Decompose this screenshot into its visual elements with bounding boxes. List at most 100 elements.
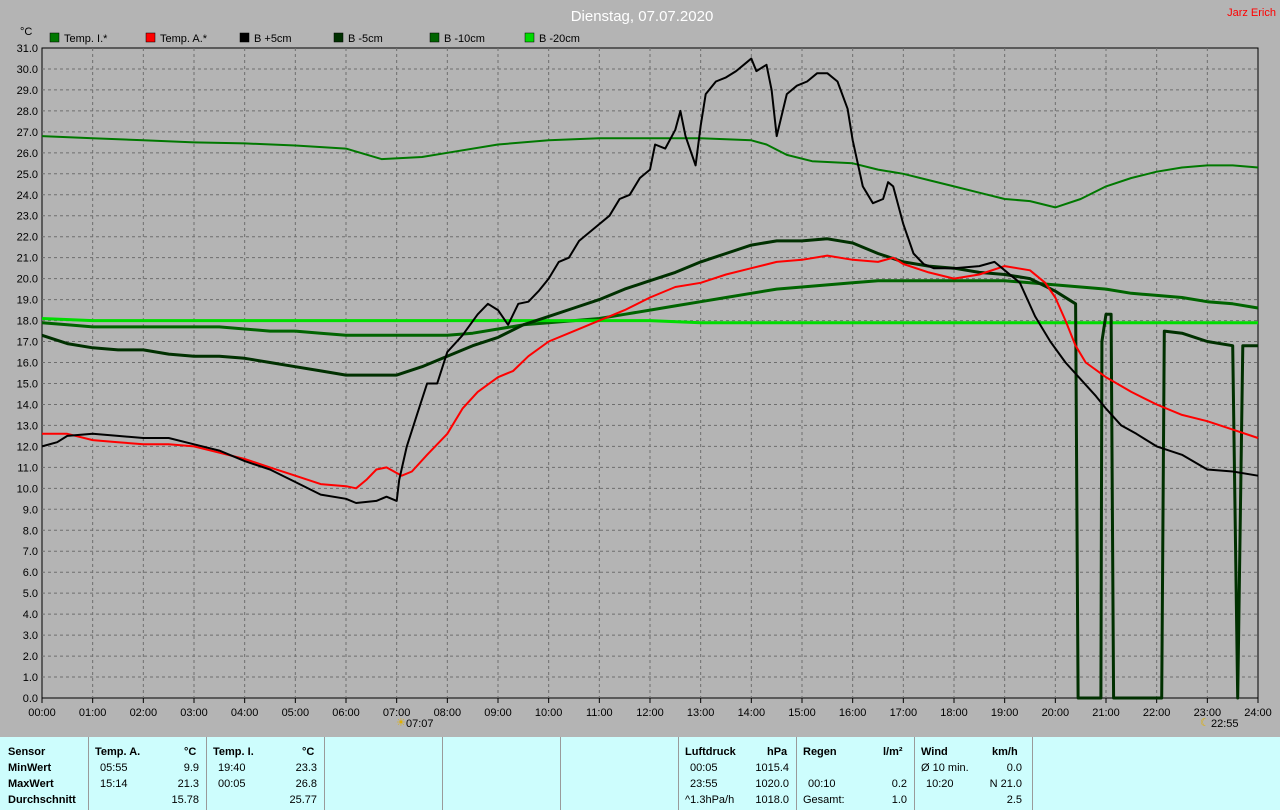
y-axis: 0.0 1.0 2.0 3.0 4.0 5.0 6.0 7.0 8.0 9.0 10.0 11.0 12… — [17, 43, 38, 705]
x-tick-label: 01:00 — [79, 707, 107, 719]
legend-label: Temp. A.* — [160, 33, 208, 45]
wind-unit: km/h — [992, 746, 1018, 758]
y-tick-label: 6.0 — [23, 567, 38, 579]
y-tick-label: 13.0 — [17, 420, 38, 432]
temp-i-max-time: 00:05 — [218, 778, 246, 790]
y-tick-label: 22.0 — [17, 232, 38, 244]
y-tick-label: 27.0 — [17, 127, 38, 139]
luftdruck-unit: hPa — [767, 746, 788, 758]
wind-max-val: N 21.0 — [989, 778, 1022, 790]
sunrise-icon: ☀ — [396, 717, 406, 729]
luftdruck-header: Luftdruck — [685, 746, 736, 758]
y-tick-label: 30.0 — [17, 64, 38, 76]
sensor-header: Sensor — [8, 746, 46, 758]
wind-mean-val: 2.5 — [1006, 794, 1022, 806]
luftdruck-min-val: 1015.4 — [755, 762, 789, 774]
temp-i-unit: °C — [302, 746, 315, 758]
wind-max-time: 10:20 — [926, 778, 954, 790]
y-tick-label: 0.0 — [23, 693, 38, 705]
author-label: Jarz Erich — [1227, 7, 1276, 19]
y-tick-label: 18.0 — [17, 316, 38, 328]
y-tick-label: 15.0 — [17, 378, 38, 390]
y-tick-label: 8.0 — [23, 525, 38, 537]
regen-unit: l/m² — [883, 746, 903, 758]
temp-a-min-time: 05:55 — [100, 762, 128, 774]
luftdruck-max-time: 23:55 — [690, 778, 718, 790]
y-tick-label: 1.0 — [23, 672, 38, 684]
y-tick-label: 26.0 — [17, 148, 38, 160]
y-tick-label: 4.0 — [23, 609, 38, 621]
legend-swatch — [524, 32, 535, 43]
legend-item: Temp. I.* — [49, 32, 108, 45]
y-tick-label: 10.0 — [17, 483, 38, 495]
x-tick-label: 21:00 — [1092, 707, 1120, 719]
legend-swatch — [333, 32, 344, 43]
y-tick-label: 9.0 — [23, 504, 38, 516]
legend-swatch — [239, 32, 250, 43]
x-tick-label: 08:00 — [434, 707, 462, 719]
sunset-time: 22:55 — [1211, 718, 1239, 730]
y-tick-label: 16.0 — [17, 358, 38, 370]
sunrise-marker: ☀ 07:07 — [396, 717, 434, 730]
regen-total-label: Gesamt: — [803, 794, 845, 806]
temp-a-min-val: 9.9 — [183, 762, 199, 774]
y-tick-label: 17.0 — [17, 337, 38, 349]
x-tick-label: 17:00 — [890, 707, 918, 719]
y-tick-label: 11.0 — [17, 462, 38, 474]
y-tick-label: 25.0 — [17, 169, 38, 181]
x-tick-label: 12:00 — [636, 707, 664, 719]
temp-a-max-time: 15:14 — [100, 778, 128, 790]
temp-a-header: Temp. A. — [95, 746, 141, 758]
sunset-marker: ☾ 22:55 — [1200, 717, 1239, 730]
legend-label: B -5cm — [348, 33, 383, 45]
y-tick-label: 7.0 — [23, 546, 38, 558]
y-tick-label: 3.0 — [23, 630, 38, 642]
maxwert-label: MaxWert — [8, 778, 54, 790]
x-tick-label: 03:00 — [180, 707, 208, 719]
legend-label: Temp. I.* — [64, 33, 108, 45]
temp-i-avg-val: 25.77 — [289, 794, 317, 806]
legend-label: B -10cm — [444, 33, 485, 45]
legend-swatch — [145, 32, 156, 43]
y-tick-label: 28.0 — [17, 106, 38, 118]
temp-i-max-val: 26.8 — [295, 778, 317, 790]
legend-item: B -10cm — [429, 32, 485, 45]
legend-item: Temp. A.* — [145, 32, 208, 45]
regen-header: Regen — [803, 746, 837, 758]
x-tick-label: 16:00 — [839, 707, 867, 719]
x-tick-label: 18:00 — [940, 707, 968, 719]
minwert-label: MinWert — [8, 762, 52, 774]
y-tick-label: 24.0 — [17, 190, 38, 202]
legend-label: B +5cm — [254, 33, 292, 45]
x-tick-label: 19:00 — [991, 707, 1019, 719]
luftdruck-min-time: 00:05 — [690, 762, 718, 774]
y-tick-label: 2.0 — [23, 651, 38, 663]
regen-max-val: 0.2 — [891, 778, 907, 790]
temp-a-avg-val: 15.78 — [171, 794, 199, 806]
stats-table: Sensor MinWert MaxWert Durchschnitt Temp… — [0, 737, 1280, 810]
temp-i-min-val: 23.3 — [295, 762, 317, 774]
luftdruck-trend: ^1.3hPa/h — [685, 794, 735, 806]
wind-avg-label: Ø 10 min. — [921, 762, 969, 774]
y-tick-label: 19.0 — [17, 295, 38, 307]
y-tick-label: 12.0 — [17, 441, 38, 453]
y-tick-label: 21.0 — [17, 253, 38, 265]
regen-total-val: 1.0 — [891, 794, 907, 806]
x-axis: 00:00 01:00 02:00 03:00 04:00 05:00 06:00 07:00… — [28, 698, 1272, 719]
temp-i-header: Temp. I. — [213, 746, 254, 758]
legend-item: B -20cm — [524, 32, 580, 45]
luftdruck-avg-val: 1018.0 — [755, 794, 789, 806]
x-tick-label: 00:00 — [28, 707, 56, 719]
y-unit-label: °C — [20, 26, 32, 38]
legend-item: B +5cm — [239, 32, 292, 45]
y-tick-label: 29.0 — [17, 85, 38, 97]
y-tick-label: 20.0 — [17, 274, 38, 286]
chart-canvas: Dienstag, 07.07.2020 Jarz Erich °C Temp.… — [17, 7, 1276, 730]
regen-max-time: 00:10 — [808, 778, 836, 790]
x-tick-label: 04:00 — [231, 707, 259, 719]
x-tick-label: 10:00 — [535, 707, 563, 719]
x-tick-label: 11:00 — [586, 707, 613, 719]
y-tick-label: 31.0 — [17, 43, 38, 55]
x-tick-label: 22:00 — [1143, 707, 1171, 719]
moon-icon: ☾ — [1200, 717, 1210, 729]
